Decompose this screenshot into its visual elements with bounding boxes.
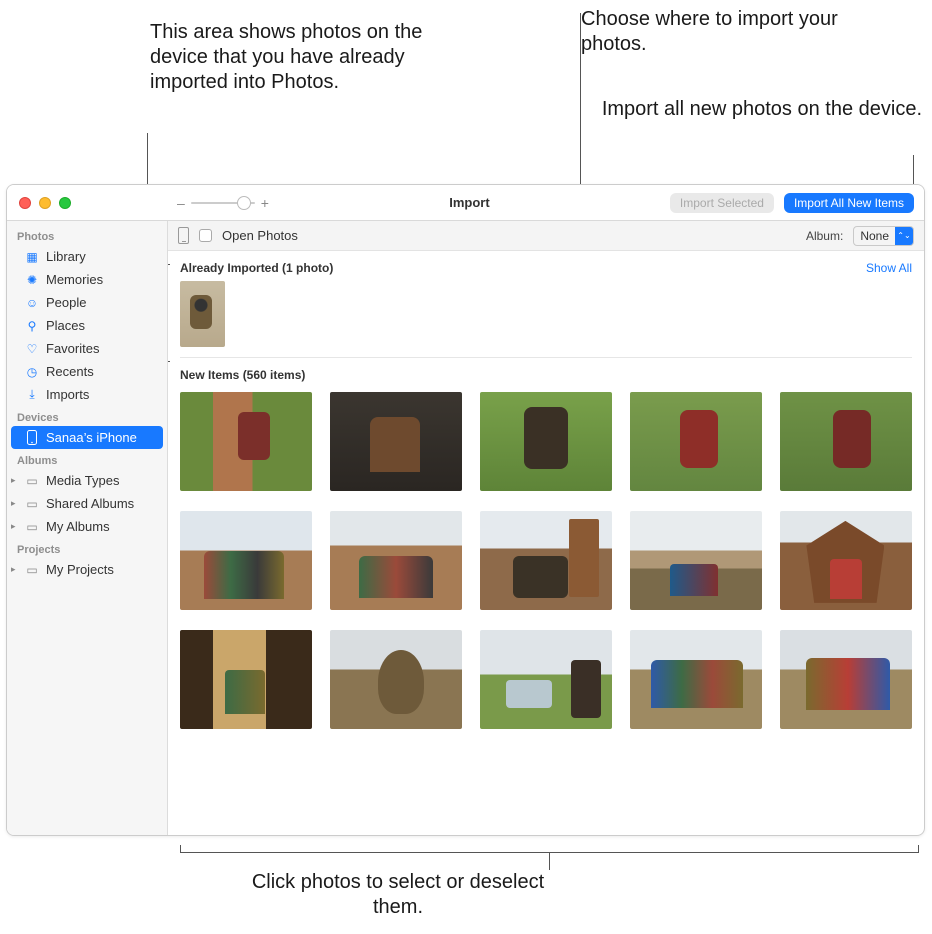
folder-icon: ▭ [25, 520, 39, 534]
sidebar-item-label: Shared Albums [46, 496, 134, 511]
device-icon [178, 227, 189, 244]
photo-thumbnail[interactable] [630, 511, 762, 610]
sidebar-item-imports[interactable]: ⤓ Imports [7, 383, 167, 406]
thumbnail-zoom-slider[interactable]: – + [177, 195, 269, 211]
photo-thumbnail[interactable] [630, 392, 762, 491]
recents-icon: ◷ [25, 365, 39, 379]
sidebar-item-label: Recents [46, 364, 94, 379]
folder-icon: ▭ [25, 497, 39, 511]
photo-thumbnail[interactable] [780, 392, 912, 491]
chevron-right-icon: ▸ [11, 521, 16, 532]
sidebar-header-photos: Photos [7, 225, 167, 245]
favorites-icon: ♡ [25, 342, 39, 356]
sidebar-item-my-albums[interactable]: ▸ ▭ My Albums [7, 515, 167, 538]
sidebar-header-devices: Devices [7, 406, 167, 426]
import-content: Already Imported (1 photo) Show All New … [168, 251, 924, 835]
folder-icon: ▭ [25, 563, 39, 577]
chevron-right-icon: ▸ [11, 498, 16, 509]
photo-thumbnail[interactable] [480, 511, 612, 610]
library-icon: ▦ [25, 250, 39, 264]
people-icon: ☺ [25, 296, 39, 310]
import-options-bar: Open Photos Album: None ⌃⌄ [168, 221, 924, 251]
minimize-window-button[interactable] [39, 197, 51, 209]
callout-select: Click photos to select or deselect them. [248, 870, 548, 920]
imports-icon: ⤓ [25, 388, 39, 402]
album-destination-select[interactable]: None ⌃⌄ [853, 226, 914, 246]
sidebar-item-library[interactable]: ▦ Library [7, 245, 167, 268]
chevron-right-icon: ▸ [11, 475, 16, 486]
photo-thumbnail[interactable] [330, 392, 462, 491]
callout-already-imported: This area shows photos on the device tha… [150, 20, 430, 95]
chevron-up-down-icon: ⌃⌄ [895, 227, 913, 245]
window-controls [7, 197, 167, 209]
photo-thumbnail[interactable] [780, 511, 912, 610]
sidebar-item-shared-albums[interactable]: ▸ ▭ Shared Albums [7, 492, 167, 515]
photo-thumbnail[interactable] [180, 511, 312, 610]
callout-line [918, 845, 919, 853]
callout-line [180, 852, 918, 853]
sidebar-item-memories[interactable]: ✺ Memories [7, 268, 167, 291]
folder-icon: ▭ [25, 474, 39, 488]
callout-line [180, 845, 181, 853]
sidebar-item-my-projects[interactable]: ▸ ▭ My Projects [7, 558, 167, 581]
sidebar-item-label: Sanaa’s iPhone [46, 430, 137, 445]
close-window-button[interactable] [19, 197, 31, 209]
photo-thumbnail[interactable] [330, 511, 462, 610]
photo-thumbnail[interactable] [480, 392, 612, 491]
zoom-out-label: – [177, 195, 185, 211]
sidebar-item-label: People [46, 295, 86, 310]
sidebar-item-label: Media Types [46, 473, 119, 488]
sidebar-item-places[interactable]: ⚲ Places [7, 314, 167, 337]
photos-window: – + Import Import Selected Import All Ne… [6, 184, 925, 836]
show-all-link[interactable]: Show All [866, 261, 912, 275]
titlebar: – + Import Import Selected Import All Ne… [7, 185, 924, 221]
sidebar-item-label: Places [46, 318, 85, 333]
maximize-window-button[interactable] [59, 197, 71, 209]
main-content: Open Photos Album: None ⌃⌄ Already Impor… [168, 221, 924, 835]
iphone-icon [25, 431, 39, 445]
photo-thumbnail[interactable] [780, 630, 912, 729]
open-photos-label: Open Photos [222, 228, 298, 243]
album-label: Album: [806, 229, 843, 243]
window-title: Import [269, 195, 670, 210]
callout-import-all: Import all new photos on the device. [592, 97, 922, 122]
sidebar-item-label: My Projects [46, 562, 114, 577]
sidebar: Photos ▦ Library ✺ Memories ☺ People ⚲ P… [7, 221, 168, 835]
places-icon: ⚲ [25, 319, 39, 333]
sidebar-item-recents[interactable]: ◷ Recents [7, 360, 167, 383]
sidebar-header-albums: Albums [7, 449, 167, 469]
photo-thumbnail[interactable] [630, 630, 762, 729]
sidebar-item-label: Favorites [46, 341, 99, 356]
photo-thumbnail[interactable] [180, 281, 225, 347]
sidebar-header-projects: Projects [7, 538, 167, 558]
zoom-slider[interactable] [191, 195, 255, 211]
sidebar-item-label: Library [46, 249, 86, 264]
sidebar-item-media-types[interactable]: ▸ ▭ Media Types [7, 469, 167, 492]
sidebar-item-label: My Albums [46, 519, 110, 534]
memories-icon: ✺ [25, 273, 39, 287]
callout-album-dest: Choose where to import your photos. [581, 7, 841, 57]
open-photos-checkbox[interactable] [199, 229, 212, 242]
callout-line [549, 852, 550, 870]
sidebar-item-label: Memories [46, 272, 103, 287]
sidebar-item-label: Imports [46, 387, 89, 402]
photo-thumbnail[interactable] [330, 630, 462, 729]
photo-thumbnail[interactable] [180, 630, 312, 729]
sidebar-item-favorites[interactable]: ♡ Favorites [7, 337, 167, 360]
chevron-right-icon: ▸ [11, 564, 16, 575]
photo-thumbnail[interactable] [180, 392, 312, 491]
sidebar-item-people[interactable]: ☺ People [7, 291, 167, 314]
album-selected-value: None [854, 229, 895, 243]
import-all-new-button[interactable]: Import All New Items [784, 193, 914, 213]
already-imported-heading: Already Imported (1 photo) [180, 261, 333, 275]
already-imported-row [180, 281, 912, 358]
sidebar-item-device[interactable]: Sanaa’s iPhone [11, 426, 163, 449]
photo-thumbnail[interactable] [480, 630, 612, 729]
import-selected-button[interactable]: Import Selected [670, 193, 774, 213]
new-items-grid [180, 392, 912, 729]
new-items-heading: New Items (560 items) [180, 368, 912, 382]
zoom-in-label: + [261, 195, 269, 211]
